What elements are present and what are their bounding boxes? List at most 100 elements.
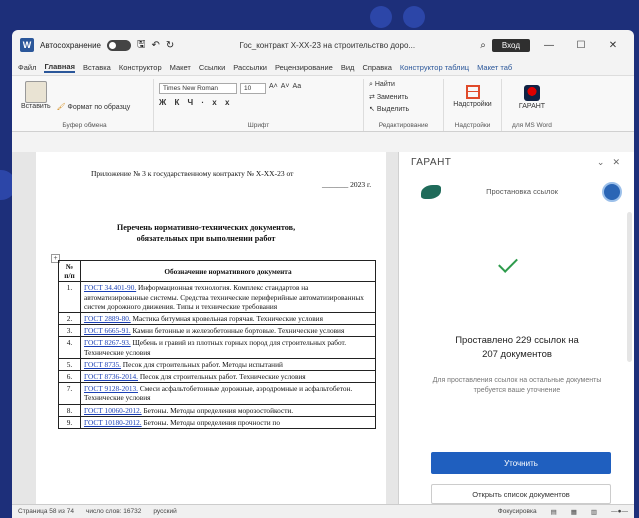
garant-group: ГАРАНТ для MS Word bbox=[502, 79, 562, 131]
autosave-toggle[interactable] bbox=[106, 39, 131, 51]
row-document: ГОСТ 34.401-90. Информационная технологи… bbox=[80, 281, 376, 314]
focus-mode[interactable]: Фокусировка bbox=[498, 508, 537, 516]
document-heading: Перечень нормативно-технических документ… bbox=[106, 222, 306, 244]
maximize-button[interactable]: ☐ bbox=[568, 40, 594, 51]
panel-section: Простановка ссылок bbox=[399, 172, 634, 212]
format-painter-button[interactable]: 🖌 Формат по образцу bbox=[57, 79, 131, 111]
zoom-slider[interactable]: —●— bbox=[611, 508, 628, 516]
editing-group: ⌕ Найти ⇄ Заменить ↖ Выделить Редактиров… bbox=[364, 79, 444, 131]
document-link[interactable]: ГОСТ 34.401-90. bbox=[84, 283, 136, 292]
avatar[interactable] bbox=[602, 182, 622, 202]
row-number: 8. bbox=[58, 403, 81, 417]
font-family-select[interactable]: Times New Roman bbox=[159, 83, 237, 94]
signin-button[interactable]: Вход bbox=[491, 38, 530, 52]
document-page[interactable]: Приложение № 3 к государственному контра… bbox=[36, 152, 386, 504]
search-icon[interactable]: ⌕ bbox=[480, 40, 486, 51]
row-number: 4. bbox=[58, 336, 81, 359]
tab-table-design[interactable]: Конструктор таблиц bbox=[400, 63, 469, 72]
web-layout-icon[interactable]: ▥ bbox=[591, 508, 597, 516]
document-link[interactable]: ГОСТ 6665-91. bbox=[84, 326, 131, 335]
table-row: 7. ГОСТ 9128-2013. Смеси асфальтобетонные… bbox=[58, 382, 376, 405]
row-document: ГОСТ 10180-2012. Бетоны. Методы определе… bbox=[80, 415, 376, 430]
document-link[interactable]: ГОСТ 9128-2013. bbox=[84, 384, 138, 393]
table-row: 2. ГОСТ 2889-80. Мастика битумная кровель… bbox=[58, 312, 376, 326]
clipboard-group-name: Буфер обмена bbox=[62, 122, 107, 129]
word-count[interactable]: число слов: 16732 bbox=[86, 508, 141, 515]
garant-logo-icon bbox=[524, 85, 540, 101]
addins-label: Надстройки bbox=[453, 101, 492, 108]
document-link[interactable]: ГОСТ 8267-93. bbox=[84, 338, 131, 347]
header-num: № п/п bbox=[58, 259, 81, 283]
redo-icon[interactable]: ↻ bbox=[166, 40, 174, 51]
tab-insert[interactable]: Вставка bbox=[83, 63, 111, 72]
format-painter-label: Формат по образцу bbox=[67, 104, 131, 111]
garant-bird-icon bbox=[421, 185, 441, 199]
font-format-buttons[interactable]: Ж К Ч · x x bbox=[159, 98, 358, 107]
close-icon[interactable]: ✕ bbox=[612, 157, 628, 167]
language[interactable]: русский bbox=[153, 508, 176, 515]
document-area: Приложение № 3 к государственному контра… bbox=[12, 152, 634, 504]
change-case-icon[interactable]: Aa bbox=[293, 83, 302, 94]
document-link[interactable]: ГОСТ 10180-2012. bbox=[84, 418, 142, 427]
paste-label: Вставить bbox=[21, 103, 51, 110]
tab-design[interactable]: Конструктор bbox=[119, 63, 162, 72]
table-row: 9. ГОСТ 10180-2012. Бетоны. Методы опреде… bbox=[58, 415, 376, 430]
tab-file[interactable]: Файл bbox=[18, 63, 36, 72]
tab-references[interactable]: Ссылки bbox=[199, 63, 225, 72]
document-link[interactable]: ГОСТ 8736-2014. bbox=[84, 372, 138, 381]
result-line-2: 207 документов bbox=[482, 349, 552, 360]
clipboard-icon bbox=[25, 81, 47, 103]
close-button[interactable]: ✕ bbox=[600, 40, 626, 51]
tab-home[interactable]: Главная bbox=[44, 62, 75, 73]
addins-button[interactable]: Надстройки bbox=[449, 79, 496, 108]
documents-table: № п/п Обозначение нормативного документа… bbox=[58, 259, 376, 430]
panel-scrollbar[interactable] bbox=[627, 212, 632, 362]
tab-mailings[interactable]: Рассылки bbox=[233, 63, 267, 72]
document-link[interactable]: ГОСТ 2889-80. bbox=[84, 314, 131, 323]
page-count[interactable]: Страница 58 из 74 bbox=[18, 508, 74, 515]
addins-group-name: Надстройки bbox=[454, 122, 491, 129]
document-link[interactable]: ГОСТ 8735. bbox=[84, 360, 121, 369]
print-layout-icon[interactable]: ▦ bbox=[571, 508, 577, 516]
tab-view[interactable]: Вид bbox=[341, 63, 355, 72]
save-icon[interactable]: 🖫 bbox=[137, 37, 146, 54]
paste-button[interactable]: Вставить bbox=[21, 79, 51, 111]
tab-table-layout[interactable]: Макет таб bbox=[477, 63, 512, 72]
garant-label: ГАРАНТ bbox=[518, 103, 546, 110]
tab-help[interactable]: Справка bbox=[362, 63, 391, 72]
panel-title: ГАРАНТ bbox=[411, 156, 452, 168]
shrink-font-icon[interactable]: A˅ bbox=[281, 83, 290, 94]
font-size-select[interactable]: 10 bbox=[240, 83, 266, 94]
minimize-button[interactable]: — bbox=[536, 40, 562, 51]
garant-group-name: для MS Word bbox=[512, 122, 552, 129]
table-header-row: № п/п Обозначение нормативного документа bbox=[58, 259, 376, 283]
garant-button[interactable]: ГАРАНТ bbox=[507, 79, 557, 110]
row-number: 3. bbox=[58, 324, 81, 338]
read-mode-icon[interactable]: ▤ bbox=[551, 508, 557, 516]
find-button[interactable]: ⌕ Найти bbox=[369, 81, 438, 89]
ribbon-tabs: Файл Главная Вставка Конструктор Макет С… bbox=[12, 60, 634, 76]
tab-review[interactable]: Рецензирование bbox=[275, 63, 333, 72]
find-label: Найти bbox=[374, 81, 395, 88]
tab-layout[interactable]: Макет bbox=[170, 63, 191, 72]
checkmark-icon bbox=[493, 250, 533, 284]
word-window: W Автосохранение 🖫 ↶ ↻ Гос_контракт Х-ХХ… bbox=[12, 30, 634, 518]
table-row: 8. ГОСТ 10060-2012. Бетоны. Методы опреде… bbox=[58, 403, 376, 417]
clarify-button[interactable]: Уточнить bbox=[431, 452, 611, 474]
replace-button[interactable]: ⇄ Заменить bbox=[369, 93, 438, 101]
replace-icon: ⇄ bbox=[369, 94, 377, 101]
result-line-1: Проставлено 229 ссылок на bbox=[455, 335, 579, 346]
document-link[interactable]: ГОСТ 10060-2012. bbox=[84, 406, 142, 415]
table-row: 6. ГОСТ 8736-2014. Песок для строительных… bbox=[58, 370, 376, 384]
addins-group: Надстройки Надстройки bbox=[444, 79, 502, 131]
chevron-down-icon[interactable]: ⌄ bbox=[597, 157, 613, 167]
select-button[interactable]: ↖ Выделить bbox=[369, 105, 438, 113]
undo-icon[interactable]: ↶ bbox=[152, 40, 160, 51]
document-title[interactable]: Гос_контракт Х-ХХ-23 на строительство до… bbox=[180, 41, 474, 50]
grow-font-icon[interactable]: A˄ bbox=[269, 83, 278, 94]
table-row: 3. ГОСТ 6665-91. Камни бетонные и железоб… bbox=[58, 324, 376, 338]
open-documents-list-button[interactable]: Открыть список документов bbox=[431, 484, 611, 504]
hint-text: Для проставления ссылок на остальные док… bbox=[432, 377, 602, 394]
document-description: Мастика битумная кровельная горячая. Тех… bbox=[130, 314, 323, 324]
row-number: 6. bbox=[58, 370, 81, 384]
